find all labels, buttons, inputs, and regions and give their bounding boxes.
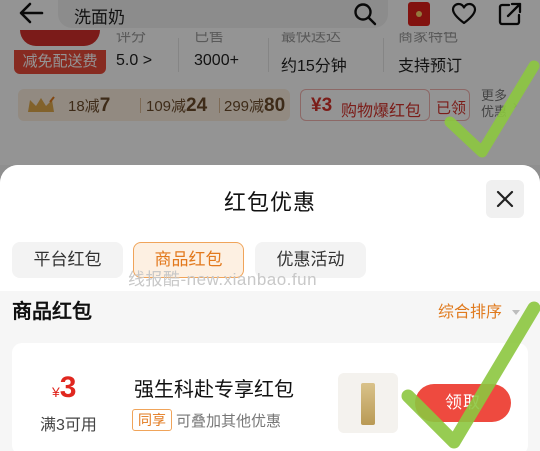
coupon-condition: 满3可用 <box>40 417 97 434</box>
checkmark-icon <box>444 60 540 158</box>
amount-value: 3 <box>59 371 77 404</box>
product-bottle-image <box>361 383 375 425</box>
currency-symbol: ¥ <box>52 384 60 400</box>
tab-platform-red-packet[interactable]: 平台红包 <box>12 242 123 278</box>
watermark-text: 线报酷-new.xianbao.fun <box>128 270 318 289</box>
product-thumbnail[interactable] <box>338 373 398 433</box>
checkmark-icon <box>401 301 540 449</box>
close-icon <box>496 190 514 208</box>
coupon-amount: ¥3 <box>52 371 76 405</box>
close-button[interactable] <box>486 180 524 218</box>
share-tag: 同享 <box>132 409 172 431</box>
coupon-name: 强生科赴专享红包 <box>134 379 294 401</box>
sheet-title: 红包优惠 <box>223 190 316 215</box>
stack-note: 可叠加其他优惠 <box>176 413 282 430</box>
section-title: 商品红包 <box>12 301 92 323</box>
